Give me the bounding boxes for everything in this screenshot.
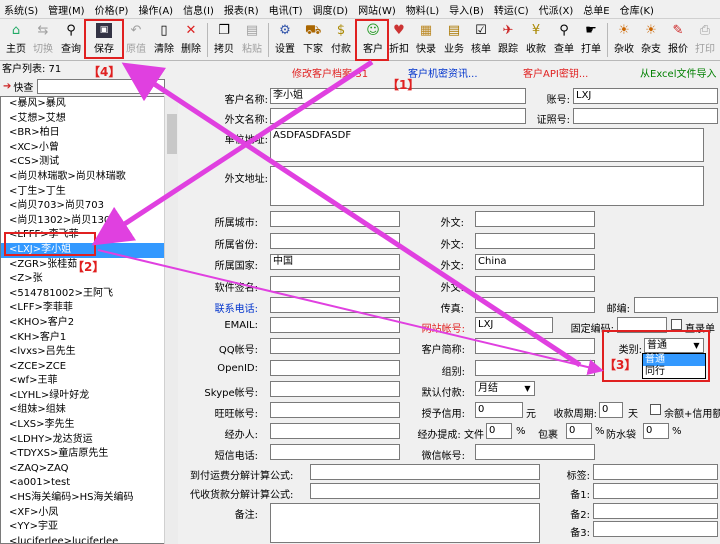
arrow-category-to-save: [121, 62, 582, 368]
arrow-list-to-category: [97, 249, 604, 375]
arrow-customer-to-list: [91, 59, 374, 246]
annotation-arrows: [91, 59, 604, 375]
